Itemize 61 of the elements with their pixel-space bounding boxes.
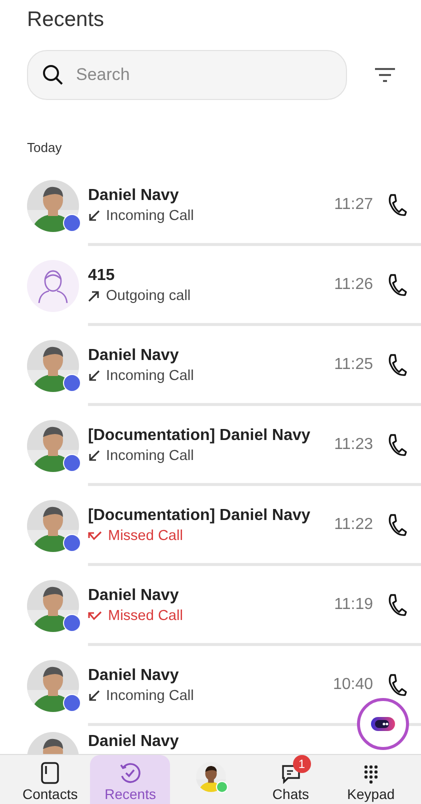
phone-icon xyxy=(387,192,407,216)
contacts-icon xyxy=(41,762,60,784)
page-title: Recents xyxy=(27,8,106,32)
call-button[interactable] xyxy=(387,192,407,216)
chat-icon xyxy=(280,764,301,784)
call-time: 11:22 xyxy=(334,516,373,534)
call-button[interactable] xyxy=(387,512,407,536)
call-time: 11:26 xyxy=(334,276,373,294)
contact-name: Daniel Navy xyxy=(88,586,180,606)
incoming-arrow-icon xyxy=(88,210,100,222)
phone-icon xyxy=(387,272,407,296)
phone-icon xyxy=(387,352,407,376)
missed-call-icon xyxy=(88,610,102,622)
call-type: Outgoing call xyxy=(106,288,191,304)
contact-name: [Documentation] Daniel Navy xyxy=(88,426,312,446)
unread-badge: 1 xyxy=(292,755,311,773)
call-type: Missed Call xyxy=(108,528,183,544)
call-button[interactable] xyxy=(387,272,407,296)
contact-name: Daniel Navy xyxy=(88,346,180,366)
call-type: Missed Call xyxy=(108,608,183,624)
call-time: 11:25 xyxy=(334,356,373,374)
call-time: 11:27 xyxy=(334,196,373,214)
call-type: Incoming Call xyxy=(106,208,194,224)
nav-tab[interactable]: Keypad xyxy=(330,755,412,804)
nav-tab[interactable]: Recents xyxy=(90,755,170,804)
search-input[interactable]: Search xyxy=(74,64,318,86)
incoming-arrow-icon xyxy=(88,450,100,462)
call-time: 11:19 xyxy=(334,596,373,614)
call-time: 10:40 xyxy=(332,676,373,694)
assistant-icon xyxy=(370,716,396,732)
person-icon xyxy=(38,269,68,303)
phone-icon xyxy=(387,592,407,616)
recents-icon xyxy=(119,762,142,784)
phone-icon xyxy=(387,672,407,696)
call-type: Incoming Call xyxy=(106,368,194,384)
call-button[interactable] xyxy=(387,432,407,456)
section-header: Today xyxy=(27,140,63,155)
call-button[interactable] xyxy=(387,352,407,376)
search-field[interactable]: Search xyxy=(27,50,347,100)
phone-icon xyxy=(387,512,407,536)
outgoing-arrow-icon xyxy=(88,290,100,302)
search-icon xyxy=(42,64,64,86)
contact-name: Daniel Navy xyxy=(88,732,180,752)
contact-name: Daniel Navy xyxy=(88,666,180,686)
incoming-arrow-icon xyxy=(88,370,100,382)
nav-tab[interactable]: Chats 1 xyxy=(250,755,331,804)
contact-name: 415 xyxy=(88,266,116,286)
keypad-icon xyxy=(362,764,379,784)
call-time: 11:23 xyxy=(334,436,373,454)
nav-tab[interactable]: Contacts xyxy=(10,755,90,804)
call-type: Incoming Call xyxy=(106,688,194,704)
call-button[interactable] xyxy=(387,592,407,616)
incoming-arrow-icon xyxy=(88,690,100,702)
phone-icon xyxy=(387,432,407,456)
call-button[interactable] xyxy=(387,672,407,696)
filter-icon xyxy=(375,68,395,82)
contact-name: Daniel Navy xyxy=(88,186,180,206)
call-type: Incoming Call xyxy=(106,448,194,464)
missed-call-icon xyxy=(88,530,102,542)
assistant-button[interactable] xyxy=(357,698,409,750)
contact-name: [Documentation] Daniel Navy xyxy=(88,506,312,526)
